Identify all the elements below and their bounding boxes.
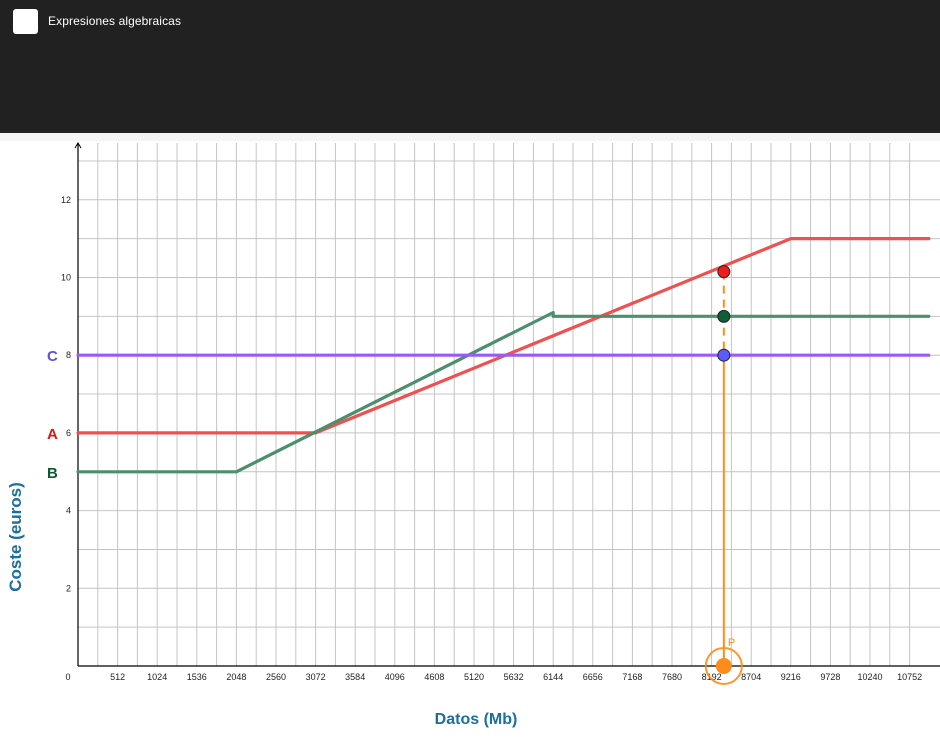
y-tick-label: 6	[66, 428, 71, 438]
intersection-point-c[interactable]	[717, 348, 731, 362]
grid	[77, 143, 940, 667]
series-line-a[interactable]	[76, 237, 931, 435]
x-tick-label: 2560	[266, 672, 286, 682]
series-tag-a: A	[47, 426, 58, 443]
x-tick-label: 5632	[504, 672, 524, 682]
y-tick-label: 8	[66, 350, 71, 360]
tick-labels: 0 512 1024 1536 2048 2560 3072 3584 4096 4608 5120…	[61, 195, 922, 682]
x-axis-title: Datos (Mb)	[435, 711, 518, 728]
intersection-point-b[interactable]	[717, 309, 731, 323]
series-tag-c: C	[47, 348, 58, 365]
x-tick-label: 512	[110, 672, 125, 682]
x-tick-label: 1024	[147, 672, 167, 682]
series-labels: A B C	[47, 348, 58, 482]
series-line-b[interactable]	[76, 310, 931, 474]
x-tick-label: 9728	[820, 672, 840, 682]
y-tick-label: 2	[66, 583, 71, 593]
x-tick-label: 9216	[781, 672, 801, 682]
series-tag-b: B	[47, 465, 58, 482]
y-tick-label: 10	[61, 273, 71, 283]
y-tick-label: 12	[61, 195, 71, 205]
x-tick-label: 6656	[583, 672, 603, 682]
x-tick-label: 1536	[187, 672, 207, 682]
x-tick-label: 3584	[345, 672, 365, 682]
graph-canvas[interactable]: 0 512 1024 1536 2048 2560 3072 3584 4096 4608 5120…	[0, 0, 940, 742]
x-tick-label: 7168	[622, 672, 642, 682]
x-tick-label: 6144	[543, 672, 563, 682]
x-tick-label: 4608	[424, 672, 444, 682]
x-tick-label: 2048	[226, 672, 246, 682]
x-tick-label: 0	[65, 672, 70, 682]
x-tick-label: 10752	[897, 672, 922, 682]
x-tick-label: 4096	[385, 672, 405, 682]
y-tick-label: 4	[66, 506, 71, 516]
x-tick-label: 5120	[464, 672, 484, 682]
y-axis-title: Coste (euros)	[6, 482, 25, 592]
point-p[interactable]	[715, 658, 732, 674]
point-p-label: P	[728, 637, 735, 649]
intersection-point-a[interactable]	[717, 265, 731, 279]
x-tick-label: 10240	[857, 672, 882, 682]
x-tick-label: 7680	[662, 672, 682, 682]
x-tick-label: 3072	[306, 672, 326, 682]
series-lines	[76, 237, 931, 474]
x-tick-label: 8704	[741, 672, 761, 682]
